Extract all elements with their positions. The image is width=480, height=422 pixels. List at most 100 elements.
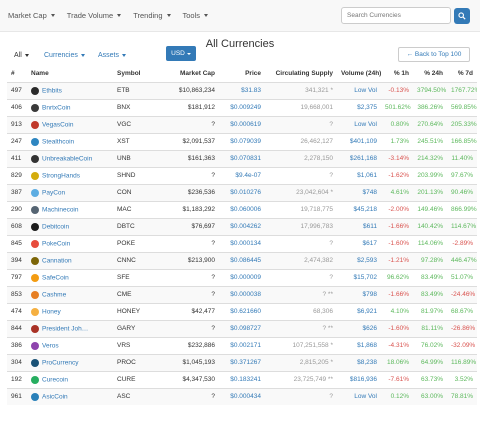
name-cell[interactable]: Cannation [27,251,113,269]
table-row[interactable]: 913 VegasCoin VGC? $0.000619? Low Vol 0.80% 27… [7,115,477,133]
name-cell[interactable]: ProCurrency [27,353,113,371]
volume-cell[interactable]: $798 [337,285,381,303]
table-row[interactable]: 853 Cashme CME? $0.000038? ** $798 -1.66% 83.4… [7,285,477,303]
name-cell[interactable]: PokeCoin [27,234,113,252]
name-cell[interactable]: BnrtxCoin [27,98,113,116]
volume-cell[interactable]: $1,868 [337,336,381,354]
volume-cell[interactable]: $816,936 [337,370,381,388]
price-cell[interactable]: $0.000009 [219,268,265,286]
col-1h-header[interactable]: % 1h [381,66,413,83]
name-cell[interactable]: Veros [27,336,113,354]
volume-cell[interactable]: $617 [337,234,381,252]
volume-cell[interactable]: $45,218 [337,200,381,218]
price-cell[interactable]: $0.086445 [219,251,265,269]
table-row[interactable]: 394 Cannation CNNC $213,900 $0.086445 2,474,3… [7,251,477,269]
price-cell[interactable]: $31.83 [219,81,265,99]
table-row[interactable]: 845 PokeCoin POKE? $0.000134? $617 -1.60% 114.… [7,234,477,252]
table-row[interactable]: 497 Ethbits ETB $10,863,234 $31.83 341,321 * L… [7,81,477,99]
table-row[interactable]: 290 Machinecoin MAC $1,183,292 $0.060006 19,7… [7,200,477,218]
coin-name-link[interactable]: Cashme [42,291,66,298]
volume-cell[interactable]: $611 [337,217,381,235]
col-rank-header[interactable]: # [7,66,27,83]
name-cell[interactable]: PayCon [27,183,113,201]
price-cell[interactable]: $0.371267 [219,353,265,371]
price-cell[interactable]: $0.000619 [219,115,265,133]
coin-name-link[interactable]: President Joh… [42,325,88,332]
table-row[interactable]: 406 BnrtxCoin BNX $181,912 $0.009249 19,668,0… [7,98,477,116]
name-cell[interactable]: Curecoin [27,370,113,388]
coin-name-link[interactable]: PayCon [42,189,65,196]
name-cell[interactable]: Honey [27,302,113,320]
coin-name-link[interactable]: Curecoin [42,376,68,383]
col-price-header[interactable]: Price [219,66,265,83]
coin-name-link[interactable]: Stealthcoin [42,138,74,145]
table-row[interactable]: 387 PayCon CON $236,536 $0.010276 23,042,604 … [7,183,477,201]
volume-cell[interactable]: $6,921 [337,302,381,320]
price-cell[interactable]: $9.4e-07 [219,166,265,184]
coin-name-link[interactable]: Veros [42,342,59,349]
col-7d-header[interactable]: % 7d [447,66,477,83]
col-supply-header[interactable]: Circulating Supply [265,66,337,83]
price-cell[interactable]: $0.002171 [219,336,265,354]
col-market-cap-header[interactable]: Market Cap [167,66,219,83]
coin-name-link[interactable]: PokeCoin [42,240,70,247]
nav-trade-volume[interactable]: Trade Volume [67,11,122,20]
volume-cell[interactable]: $8,238 [337,353,381,371]
table-row[interactable]: 961 AsicCoin ASC? $0.000434? Low Vol 0.12% 63.… [7,387,477,405]
filter-assets-dropdown[interactable]: Assets [98,52,127,59]
name-cell[interactable]: Cashme [27,285,113,303]
coin-name-link[interactable]: AsicCoin [42,393,68,400]
name-cell[interactable]: UnbreakableCoin [27,149,113,167]
name-cell[interactable]: Machinecoin [27,200,113,218]
name-cell[interactable]: SafeCoin [27,268,113,286]
coin-name-link[interactable]: Honey [42,308,61,315]
price-cell[interactable]: $0.621660 [219,302,265,320]
name-cell[interactable]: Debitcoin [27,217,113,235]
name-cell[interactable]: AsicCoin [27,387,113,405]
volume-cell[interactable]: $2,375 [337,98,381,116]
price-cell[interactable]: $0.098727 [219,319,265,337]
name-cell[interactable]: Ethbits [27,81,113,99]
volume-cell[interactable]: $401,109 [337,132,381,150]
table-row[interactable]: 829 StrongHands SHND? $9.4e-07? $1,061 -1.62%… [7,166,477,184]
coin-name-link[interactable]: Ethbits [42,87,62,94]
price-cell[interactable]: $0.000434 [219,387,265,405]
coin-name-link[interactable]: SafeCoin [42,274,69,281]
filter-currencies-dropdown[interactable]: Currencies [44,52,85,59]
volume-cell[interactable]: $261,168 [337,149,381,167]
coin-name-link[interactable]: Machinecoin [42,206,79,213]
coin-name-link[interactable]: Debitcoin [42,223,69,230]
price-cell[interactable]: $0.000038 [219,285,265,303]
table-row[interactable]: 844 President Joh… GARY? $0.098727? ** $626-… [7,319,477,337]
col-24h-header[interactable]: % 24h [413,66,447,83]
filter-all-dropdown[interactable]: All [14,52,29,59]
volume-cell[interactable]: Low Vol [337,81,381,99]
volume-cell[interactable]: $15,702 [337,268,381,286]
search-input[interactable] [341,7,451,24]
price-cell[interactable]: $0.183241 [219,370,265,388]
coin-name-link[interactable]: VegasCoin [42,121,73,128]
nav-trending[interactable]: Trending [133,11,171,20]
table-row[interactable]: 474 Honey HONEY $42,477 $0.621660 68,306 $6,92… [7,302,477,320]
table-row[interactable]: 797 SafeCoin SFE? $0.000009? $15,702 96.62% 83… [7,268,477,286]
table-row[interactable]: 304 ProCurrency PROC $1,045,193 $0.371267 2,8… [7,353,477,371]
col-symbol-header[interactable]: Symbol [113,66,167,83]
price-cell[interactable]: $0.000134 [219,234,265,252]
coin-name-link[interactable]: UnbreakableCoin [42,155,92,162]
coin-name-link[interactable]: StrongHands [42,172,80,179]
table-row[interactable]: 411 UnbreakableCoin UNB $161,363 $0.070831 2,… [7,149,477,167]
back-to-top-100-button[interactable]: ← Back to Top 100 [398,47,470,62]
table-row[interactable]: 386 Veros VRS $232,886 $0.002171 107,251,558 … [7,336,477,354]
price-cell[interactable]: $0.079039 [219,132,265,150]
coin-name-link[interactable]: Cannation [42,257,72,264]
coin-name-link[interactable]: BnrtxCoin [42,104,71,111]
price-cell[interactable]: $0.009249 [219,98,265,116]
name-cell[interactable]: StrongHands [27,166,113,184]
table-row[interactable]: 247 Stealthcoin XST $2,091,537 $0.079039 26,4… [7,132,477,150]
name-cell[interactable]: VegasCoin [27,115,113,133]
volume-cell[interactable]: $748 [337,183,381,201]
volume-cell[interactable]: $1,061 [337,166,381,184]
price-cell[interactable]: $0.004262 [219,217,265,235]
table-row[interactable]: 192 Curecoin CURE $4,347,530 $0.183241 23,725… [7,370,477,388]
col-name-header[interactable]: Name [27,66,113,83]
